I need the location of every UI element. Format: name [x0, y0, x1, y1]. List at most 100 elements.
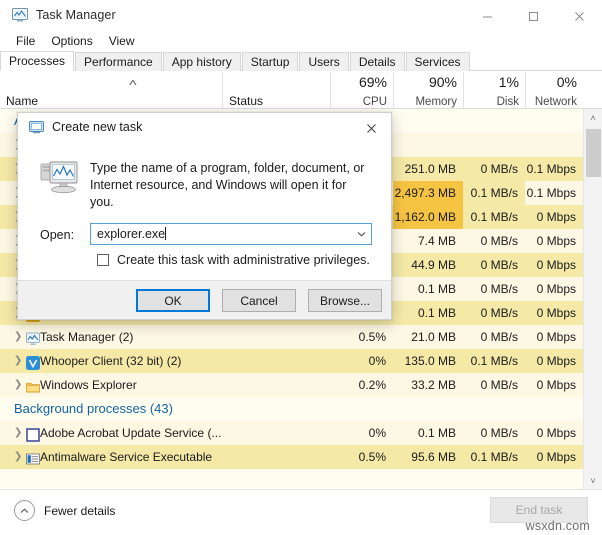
cell-disk: 0 MB/s [463, 325, 525, 349]
process-row[interactable]: ❯ Antimalware Service Executable 0.5% 95.6 … [0, 445, 583, 469]
column-header-network[interactable]: 0% Network [525, 72, 583, 109]
fewer-details-label: Fewer details [44, 503, 116, 518]
process-row[interactable]: ❯ Whooper Client (32 bit) (2) 0% 135.0 MB 0.… [0, 349, 583, 373]
column-header-cpu[interactable]: 69% CPU [330, 72, 393, 109]
scroll-up-button[interactable]: ˄ [584, 109, 602, 127]
admin-privileges-checkbox-row[interactable]: Create this task with administrative pri… [97, 253, 370, 267]
cell-cpu [330, 397, 393, 421]
cell-memory: 7.4 MB [393, 229, 463, 253]
ok-button[interactable]: OK [136, 289, 210, 312]
dialog-body: Type the name of a program, folder, docu… [18, 143, 391, 282]
cancel-button[interactable]: Cancel [222, 289, 296, 312]
watermark: wsxdn.com [525, 519, 590, 533]
menu-file[interactable]: File [8, 32, 43, 50]
column-label-status: Status [229, 94, 264, 108]
cell-network [525, 133, 583, 157]
dialog-description: Type the name of a program, folder, docu… [90, 161, 365, 209]
process-row[interactable]: ❯ Windows Explorer 0.2% 33.2 MB 0 MB/s 0 Mbps [0, 373, 583, 397]
vertical-scrollbar[interactable]: ˄ ˅ [583, 109, 602, 490]
scrollbar-thumb[interactable] [586, 129, 601, 177]
cell-memory: 0.1 MB [393, 277, 463, 301]
cell-network: 0 Mbps [525, 253, 583, 277]
process-name: Adobe Acrobat Update Service (... [40, 426, 222, 440]
expand-chevron-icon[interactable]: ❯ [14, 325, 22, 349]
cpu-total-percent: 69% [358, 74, 387, 90]
menu-view[interactable]: View [101, 32, 143, 50]
tab-details[interactable]: Details [349, 52, 405, 71]
scroll-down-button[interactable]: ˅ [584, 472, 602, 490]
cell-memory: 33.2 MB [393, 373, 463, 397]
dialog-close-button[interactable] [351, 113, 391, 143]
expand-chevron-icon[interactable]: ❯ [14, 445, 22, 469]
cell-network: 0 Mbps [525, 373, 583, 397]
menu-options[interactable]: Options [43, 32, 100, 50]
process-row[interactable]: ❯ Adobe Acrobat Update Service (... 0% 0.1 … [0, 421, 583, 445]
open-input-value: explorer.exe [97, 224, 167, 244]
column-label-disk: Disk [496, 96, 519, 108]
tab-services[interactable]: Services [405, 52, 470, 71]
disk-total-percent: 1% [498, 74, 519, 90]
cell-network: 0 Mbps [525, 229, 583, 253]
dialog-title: Create new task [52, 120, 143, 134]
folder-icon [26, 378, 40, 393]
task-manager-window: Task Manager File Options View Processes… [0, 0, 602, 535]
window-controls [464, 0, 602, 33]
adobe-icon [26, 426, 40, 442]
tab-startup[interactable]: Startup [241, 52, 299, 71]
cell-status [222, 421, 330, 445]
tab-processes[interactable]: Processes [0, 51, 75, 71]
cell-disk [463, 397, 525, 421]
minimize-button[interactable] [464, 0, 510, 33]
column-headers: Name ˄ Status 69% CPU 90% Memory 1% Disk… [0, 72, 602, 109]
cell-network: 0 Mbps [525, 421, 583, 445]
column-header-status[interactable]: Status [222, 72, 330, 109]
fewer-details-button[interactable]: Fewer details [14, 500, 115, 521]
chevron-down-icon[interactable] [352, 224, 370, 244]
cell-memory: 21.0 MB [393, 325, 463, 349]
task-manager-icon [26, 330, 40, 345]
column-header-name[interactable]: Name ˄ [0, 72, 222, 109]
open-input-combobox[interactable]: explorer.exe [90, 223, 372, 245]
column-label-network: Network [534, 96, 577, 108]
network-total-percent: 0% [556, 74, 577, 90]
cell-memory [393, 109, 463, 133]
window-title-bar: Task Manager [0, 0, 602, 33]
cell-network: 0 Mbps [525, 325, 583, 349]
column-header-disk[interactable]: 1% Disk [463, 72, 525, 109]
column-label-cpu: CPU [362, 96, 387, 108]
process-name: Windows Explorer [40, 378, 137, 392]
cell-memory [393, 133, 463, 157]
expand-chevron-icon[interactable]: ❯ [14, 373, 22, 397]
close-button[interactable] [556, 0, 602, 33]
status-bar: Fewer details End task wsxdn.com [0, 489, 602, 535]
cell-name: ❯ Adobe Acrobat Update Service (... [0, 421, 222, 445]
expand-chevron-icon[interactable]: ❯ [14, 349, 22, 373]
browse-button[interactable]: Browse... [308, 289, 382, 312]
cell-disk: 0 MB/s [463, 301, 525, 325]
open-label: Open: [40, 228, 75, 242]
cell-disk [463, 133, 525, 157]
cell-network: 0 Mbps [525, 445, 583, 469]
process-row[interactable]: ❯ Task Manager (2) 0.5% 21.0 MB 0 MB/s 0 Mbps [0, 325, 583, 349]
column-header-memory[interactable]: 90% Memory [393, 72, 463, 109]
tab-users[interactable]: Users [299, 52, 349, 71]
cell-disk: 0.1 MB/s [463, 445, 525, 469]
cell-network: 0.1 Mbps [525, 157, 583, 181]
tab-performance[interactable]: Performance [75, 52, 162, 71]
admin-privileges-checkbox[interactable] [97, 254, 109, 266]
expand-chevron-icon[interactable]: ❯ [14, 421, 22, 445]
tab-app-history[interactable]: App history [162, 52, 241, 71]
cell-memory: 0.1 MB [393, 421, 463, 445]
maximize-button[interactable] [510, 0, 556, 33]
cell-disk: 0.1 MB/s [463, 181, 525, 205]
cell-disk: 0 MB/s [463, 253, 525, 277]
text-cursor [165, 227, 167, 240]
process-group-header[interactable]: Background processes (43) [0, 397, 583, 421]
cell-memory: 2,497.3 MB [393, 181, 463, 205]
cell-cpu: 0.5% [330, 445, 393, 469]
cell-memory: 251.0 MB [393, 157, 463, 181]
cell-status [222, 373, 330, 397]
cell-name: ❯ Antimalware Service Executable [0, 445, 222, 469]
memory-total-percent: 90% [428, 74, 457, 90]
dialog-footer: OK Cancel Browse... [18, 280, 391, 319]
